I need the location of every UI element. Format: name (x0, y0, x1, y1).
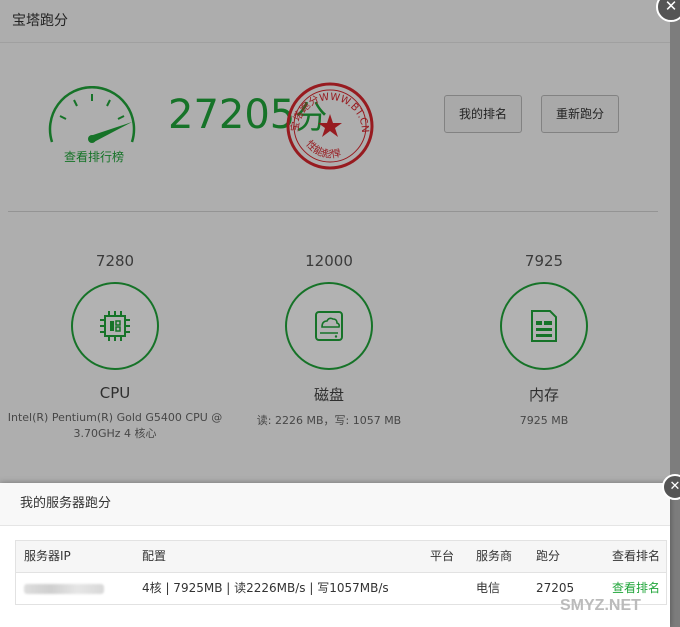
dialog-title: 宝塔跑分 (0, 0, 670, 43)
metric-ring (285, 282, 373, 370)
metric-value: 7925 (524, 252, 564, 270)
metric-desc: Intel(R) Pentium(R) Gold G5400 CPU @ 3.7… (7, 411, 223, 440)
provider-cell: 电信 (476, 581, 501, 595)
config-cell: 4核 | 7925MB | 读2226MB/s | 写1057MB/s (142, 581, 389, 595)
performance-stamp-icon: 宝塔跑分WWW.BT.CN 性能彪悍 (286, 82, 374, 170)
svg-text:性能彪悍: 性能彪悍 (303, 137, 342, 160)
metric-desc: 读: 2226 MB，写: 1057 MB (256, 414, 402, 427)
watermark: SMYZ.NET (560, 597, 641, 614)
metric-disk: 12000 磁盘 读: 2226 MB，写: 1057 MB (214, 252, 444, 429)
col-platform: 平台 (430, 549, 455, 563)
cpu-chip-icon (100, 311, 130, 341)
metric-ring (71, 282, 159, 370)
view-leaderboard-link[interactable]: 查看排行榜 (52, 148, 136, 165)
my-rank-button[interactable]: 我的排名 (444, 95, 522, 133)
scores-table: 服务器IP 配置 平台 服务商 跑分 查看排名 4核 | 7925MB | 读2… (15, 540, 667, 605)
metric-desc: 7925 MB (519, 414, 569, 427)
stamp-text-bottom: 性能彪悍 (303, 137, 342, 160)
gauge-icon[interactable] (44, 86, 140, 148)
metric-name: 磁盘 (313, 386, 344, 404)
server-ip-redacted (24, 573, 104, 606)
metric-cpu: 7280 CPU Intel(R) Pentium(R) Gold G5400 … (0, 252, 230, 442)
metric-value: 7280 (95, 252, 135, 270)
memory-icon (531, 310, 557, 342)
divider (8, 211, 658, 212)
metric-value: 12000 (305, 252, 353, 270)
disk-cloud-icon (315, 311, 343, 341)
col-config: 配置 (142, 549, 167, 563)
col-view-rank: 查看排名 (612, 549, 661, 563)
metric-memory: 7925 内存 7925 MB (429, 252, 659, 429)
total-score-value: 27205 (168, 92, 296, 138)
metric-name: 内存 (528, 386, 559, 404)
rerun-benchmark-button[interactable]: 重新跑分 (541, 95, 619, 133)
col-server-ip: 服务器IP (24, 549, 71, 563)
col-score: 跑分 (536, 549, 561, 563)
col-provider: 服务商 (476, 549, 513, 563)
popup-title: 我的服务器跑分 (0, 483, 670, 526)
metric-name: CPU (99, 384, 131, 402)
table-header-row: 服务器IP 配置 平台 服务商 跑分 查看排名 (16, 541, 666, 573)
metric-ring (500, 282, 588, 370)
